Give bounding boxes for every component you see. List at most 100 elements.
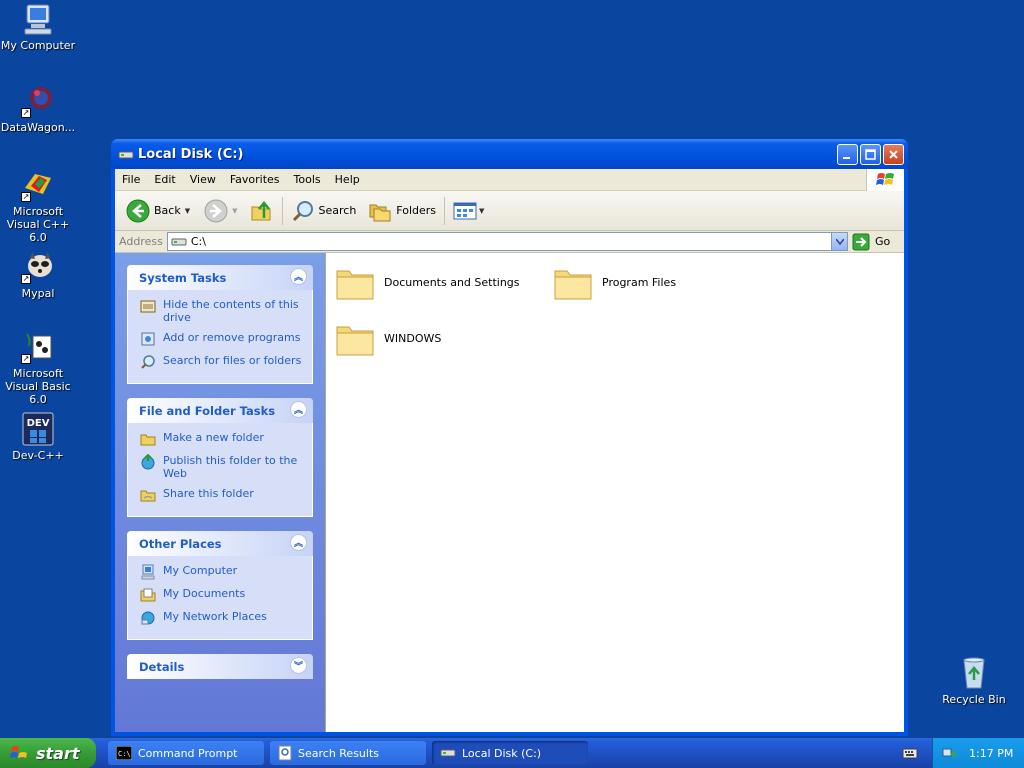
back-button[interactable]: Back ▼ <box>123 195 193 227</box>
group-title: System Tasks <box>139 270 227 285</box>
desktop-icon-datawagon[interactable]: ↗ DataWagon... <box>0 84 78 134</box>
system-tasks-header[interactable]: System Tasks ︽ <box>127 265 313 290</box>
address-label: Address <box>119 235 163 248</box>
desktop-icon-visual-basic[interactable]: ↗ Microsoft Visual Basic 6.0 <box>0 330 78 406</box>
desktop-icon-label: Mypal <box>21 287 55 300</box>
chevron-down-icon[interactable]: ▼ <box>232 207 237 215</box>
menu-file[interactable]: File <box>115 173 147 186</box>
my-computer-link[interactable]: My Computer <box>140 564 306 580</box>
my-network-places-link[interactable]: My Network Places <box>140 610 306 626</box>
publish-folder-link[interactable]: Publish this folder to the Web <box>140 454 306 480</box>
collapse-icon[interactable]: ︽ <box>290 534 307 551</box>
mypal-icon: ↗ <box>21 250 55 284</box>
shortcut-arrow-icon: ↗ <box>21 192 31 202</box>
folder-icon <box>336 326 374 356</box>
svg-text:DEV: DEV <box>27 418 50 429</box>
folder-item[interactable]: WINDOWS <box>335 319 441 357</box>
chevron-down-icon[interactable]: ▼ <box>479 207 484 215</box>
start-label: start <box>36 743 80 763</box>
up-button[interactable] <box>247 195 277 227</box>
other-places-group: Other Places ︽ My Computer My Documents <box>127 531 313 640</box>
go-button[interactable]: Go <box>852 233 900 251</box>
folders-button[interactable]: Folders <box>365 195 439 227</box>
windows-logo-icon <box>866 169 904 191</box>
desktop-icon-visual-cpp[interactable]: ↗ Microsoft Visual C++ 6.0 <box>0 168 78 244</box>
maximize-button[interactable] <box>860 143 881 165</box>
network-tray-icon[interactable] <box>941 745 957 761</box>
explorer-window: Local Disk (C:) File Edit View Favorites… <box>111 139 908 736</box>
collapse-icon[interactable]: ︽ <box>290 401 307 418</box>
folder-name: WINDOWS <box>384 331 442 345</box>
menu-bar: File Edit View Favorites Tools Help <box>115 169 904 191</box>
desktop-icon-recycle-bin[interactable]: Recycle Bin <box>934 656 1014 706</box>
forward-button[interactable]: ▼ <box>201 195 240 227</box>
windows-logo-icon <box>10 746 28 758</box>
make-new-folder-link[interactable]: Make a new folder <box>140 431 306 447</box>
collapse-icon[interactable]: ︽ <box>290 268 307 285</box>
back-arrow-icon <box>126 199 150 222</box>
folder-icon <box>336 270 374 300</box>
folders-icon <box>369 204 391 221</box>
my-computer-icon <box>21 2 55 36</box>
keyboard-icon[interactable] <box>902 745 918 761</box>
start-button[interactable]: start <box>0 738 96 768</box>
minimize-icon <box>843 156 850 159</box>
group-title: Details <box>139 659 185 674</box>
close-button[interactable] <box>883 143 904 165</box>
maximize-icon <box>865 148 876 160</box>
desktop-icon-dev-cpp[interactable]: DEV Dev-C++ <box>0 412 78 462</box>
address-dropdown-button[interactable] <box>831 233 847 250</box>
menu-tools[interactable]: Tools <box>287 173 328 186</box>
share-folder-link[interactable]: Share this folder <box>140 487 306 503</box>
task-pane: System Tasks ︽ Hide the contents of this… <box>115 253 325 732</box>
menu-help[interactable]: Help <box>328 173 367 186</box>
expand-icon[interactable]: ︾ <box>290 657 307 674</box>
search-label: Search <box>318 204 357 217</box>
views-button[interactable]: ▼ <box>450 195 487 227</box>
network-places-icon <box>141 611 155 625</box>
shortcut-arrow-icon: ↗ <box>21 274 31 284</box>
menu-favorites[interactable]: Favorites <box>223 173 287 186</box>
visual-basic-icon: ↗ <box>21 330 55 364</box>
search-button[interactable]: Search <box>288 195 360 227</box>
taskbar: start C:\ Command Prompt Search Results … <box>0 738 1024 768</box>
publish-web-icon <box>141 454 155 470</box>
search-icon <box>141 355 155 369</box>
desktop-icon-my-computer[interactable]: My Computer <box>0 2 78 52</box>
other-places-header[interactable]: Other Places ︽ <box>127 531 313 556</box>
menu-edit[interactable]: Edit <box>147 173 182 186</box>
add-remove-programs-icon <box>141 332 155 346</box>
folder-item[interactable]: Program Files <box>553 263 676 301</box>
file-list: Documents and Settings Program Files WIN… <box>325 253 904 732</box>
chevron-down-icon[interactable]: ▼ <box>185 207 190 215</box>
clock[interactable]: 1:17 PM <box>969 747 1013 760</box>
task-search-results[interactable]: Search Results <box>270 741 426 765</box>
drive-icon <box>171 238 187 245</box>
address-input[interactable]: C:\ <box>166 232 848 251</box>
folder-name: Program Files <box>602 275 677 289</box>
add-remove-programs-link[interactable]: Add or remove programs <box>140 331 306 347</box>
details-header[interactable]: Details ︾ <box>127 654 313 679</box>
views-icon <box>453 202 477 219</box>
file-folder-tasks-header[interactable]: File and Folder Tasks ︽ <box>127 398 313 423</box>
search-files-link[interactable]: Search for files or folders <box>140 354 306 370</box>
menu-view[interactable]: View <box>183 173 223 186</box>
task-local-disk[interactable]: Local Disk (C:) <box>432 741 588 765</box>
my-computer-icon <box>141 564 155 580</box>
drive-icon <box>440 749 456 757</box>
datawagon-icon: ↗ <box>21 84 55 118</box>
desktop-icon-label: Microsoft Visual C++ 6.0 <box>6 205 70 244</box>
desktop-icon-mypal[interactable]: ↗ Mypal <box>0 250 78 300</box>
desktop-icon-label: DataWagon... <box>0 121 76 134</box>
explorer-content: System Tasks ︽ Hide the contents of this… <box>115 253 904 732</box>
task-command-prompt[interactable]: C:\ Command Prompt <box>108 741 264 765</box>
address-bar: Address C:\ Go <box>115 231 904 253</box>
hide-drive-contents-link[interactable]: Hide the contents of this drive <box>140 298 306 324</box>
minimize-button[interactable] <box>837 143 858 165</box>
folder-item[interactable]: Documents and Settings <box>335 263 520 301</box>
recycle-bin-icon <box>957 656 991 690</box>
file-folder-tasks-group: File and Folder Tasks ︽ Make a new folde… <box>127 398 313 517</box>
system-tray: 1:17 PM <box>932 738 1024 768</box>
title-bar[interactable]: Local Disk (C:) <box>111 139 908 169</box>
my-documents-link[interactable]: My Documents <box>140 587 306 603</box>
